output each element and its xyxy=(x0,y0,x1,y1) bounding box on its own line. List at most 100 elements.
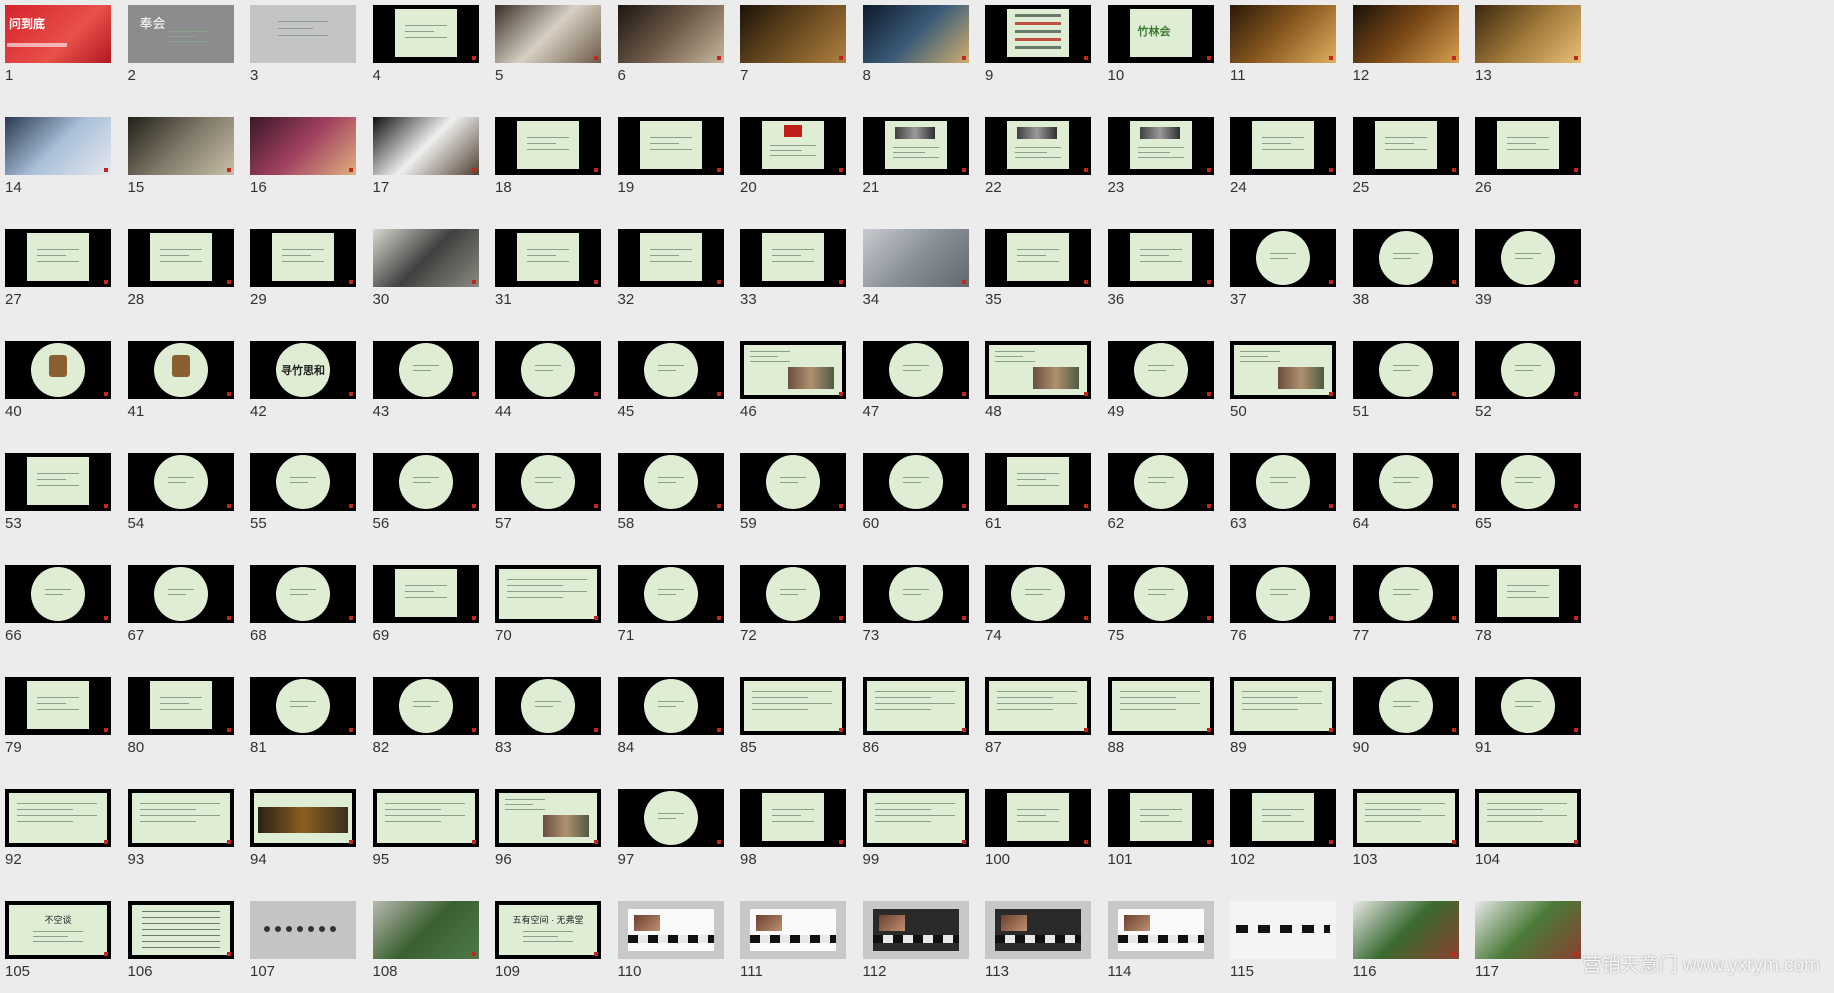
slide-thumbnail[interactable]: 60 xyxy=(862,453,969,545)
slide-thumbnail[interactable]: 26 xyxy=(1475,117,1581,209)
slide-thumbnail[interactable]: 93 xyxy=(127,789,234,881)
slide-thumbnail[interactable]: 51 xyxy=(1352,341,1459,433)
slide-thumbnail[interactable]: 87 xyxy=(985,677,1091,769)
slide-thumbnail[interactable]: 52 xyxy=(1475,341,1581,433)
slide-thumbnail[interactable]: 84 xyxy=(617,677,724,769)
slide-thumbnail[interactable]: 112 xyxy=(862,901,969,993)
slide-thumbnail[interactable]: 65 xyxy=(1475,453,1581,545)
slide-thumbnail[interactable]: 12 xyxy=(1352,5,1459,97)
slide-thumbnail[interactable]: 100 xyxy=(985,789,1091,881)
slide-thumbnail[interactable]: 104 xyxy=(1475,789,1581,881)
slide-thumbnail[interactable]: 28 xyxy=(127,229,234,321)
slide-thumbnail[interactable]: 71 xyxy=(617,565,724,657)
slide-thumbnail[interactable]: 36 xyxy=(1107,229,1214,321)
slide-thumbnail[interactable]: 111 xyxy=(740,901,846,993)
slide-thumbnail[interactable]: 17 xyxy=(372,117,479,209)
slide-thumbnail[interactable]: 19 xyxy=(617,117,724,209)
slide-thumbnail[interactable]: 66 xyxy=(5,565,111,657)
slide-thumbnail[interactable]: 114 xyxy=(1107,901,1214,993)
slide-thumbnail[interactable]: 16 xyxy=(250,117,356,209)
slide-thumbnail[interactable]: 问到底 1 xyxy=(5,5,111,97)
slide-thumbnail[interactable]: 92 xyxy=(5,789,111,881)
slide-thumbnail[interactable]: 44 xyxy=(495,341,601,433)
slide-thumbnail[interactable]: 113 xyxy=(985,901,1091,993)
slide-thumbnail[interactable]: 117 xyxy=(1475,901,1581,993)
slide-thumbnail[interactable]: 81 xyxy=(250,677,356,769)
slide-thumbnail[interactable]: 25 xyxy=(1352,117,1459,209)
slide-thumbnail[interactable]: 29 xyxy=(250,229,356,321)
slide-thumbnail[interactable]: 83 xyxy=(495,677,601,769)
slide-thumbnail[interactable]: 40 xyxy=(5,341,111,433)
slide-thumbnail[interactable]: 30 xyxy=(372,229,479,321)
slide-thumbnail[interactable]: 38 xyxy=(1352,229,1459,321)
slide-thumbnail[interactable]: 9 xyxy=(985,5,1091,97)
slide-thumbnail[interactable]: 74 xyxy=(985,565,1091,657)
slide-thumbnail[interactable]: 14 xyxy=(5,117,111,209)
slide-thumbnail[interactable]: 50 xyxy=(1230,341,1336,433)
slide-thumbnail[interactable]: 31 xyxy=(495,229,601,321)
slide-thumbnail[interactable]: 4 xyxy=(372,5,479,97)
slide-thumbnail[interactable]: 13 xyxy=(1475,5,1581,97)
slide-thumbnail[interactable]: 115 xyxy=(1230,901,1336,993)
slide-thumbnail[interactable]: 64 xyxy=(1352,453,1459,545)
slide-thumbnail[interactable]: 46 xyxy=(740,341,846,433)
slide-thumbnail[interactable]: 41 xyxy=(127,341,234,433)
slide-thumbnail[interactable]: 57 xyxy=(495,453,601,545)
slide-thumbnail[interactable]: 奉会 2 xyxy=(127,5,234,97)
slide-thumbnail[interactable]: 94 xyxy=(250,789,356,881)
slide-thumbnail[interactable]: 43 xyxy=(372,341,479,433)
slide-thumbnail[interactable]: 23 xyxy=(1107,117,1214,209)
slide-thumbnail[interactable]: 33 xyxy=(740,229,846,321)
slide-thumbnail[interactable]: 24 xyxy=(1230,117,1336,209)
slide-thumbnail[interactable]: 3 xyxy=(250,5,356,97)
slide-thumbnail[interactable]: 88 xyxy=(1107,677,1214,769)
slide-thumbnail[interactable]: 95 xyxy=(372,789,479,881)
slide-thumbnail[interactable]: 106 xyxy=(127,901,234,993)
slide-thumbnail[interactable]: 61 xyxy=(985,453,1091,545)
slide-thumbnail[interactable]: 21 xyxy=(862,117,969,209)
slide-thumbnail[interactable]: 62 xyxy=(1107,453,1214,545)
slide-thumbnail[interactable]: 49 xyxy=(1107,341,1214,433)
slide-thumbnail[interactable]: 107 xyxy=(250,901,356,993)
slide-thumbnail[interactable]: 63 xyxy=(1230,453,1336,545)
slide-thumbnail[interactable]: 90 xyxy=(1352,677,1459,769)
slide-thumbnail[interactable]: 寻竹思和 42 xyxy=(250,341,356,433)
slide-thumbnail[interactable]: 37 xyxy=(1230,229,1336,321)
slide-thumbnail[interactable]: 72 xyxy=(740,565,846,657)
slide-thumbnail[interactable]: 39 xyxy=(1475,229,1581,321)
slide-thumbnail[interactable]: 47 xyxy=(862,341,969,433)
slide-thumbnail[interactable]: 6 xyxy=(617,5,724,97)
slide-thumbnail[interactable]: 15 xyxy=(127,117,234,209)
slide-thumbnail[interactable]: 78 xyxy=(1475,565,1581,657)
slide-thumbnail[interactable]: 86 xyxy=(862,677,969,769)
slide-thumbnail[interactable]: 108 xyxy=(372,901,479,993)
slide-thumbnail[interactable]: 56 xyxy=(372,453,479,545)
slide-thumbnail[interactable]: 五有空间 · 无弗堂 109 xyxy=(495,901,601,993)
slide-thumbnail[interactable]: 96 xyxy=(495,789,601,881)
slide-thumbnail[interactable]: 32 xyxy=(617,229,724,321)
slide-thumbnail[interactable]: 27 xyxy=(5,229,111,321)
slide-thumbnail[interactable]: 69 xyxy=(372,565,479,657)
slide-thumbnail[interactable]: 53 xyxy=(5,453,111,545)
slide-thumbnail[interactable]: 59 xyxy=(740,453,846,545)
slide-thumbnail[interactable]: 68 xyxy=(250,565,356,657)
slide-thumbnail[interactable]: 73 xyxy=(862,565,969,657)
slide-thumbnail[interactable]: 101 xyxy=(1107,789,1214,881)
slide-thumbnail[interactable]: 20 xyxy=(740,117,846,209)
slide-thumbnail[interactable]: 102 xyxy=(1230,789,1336,881)
slide-thumbnail[interactable]: 55 xyxy=(250,453,356,545)
slide-thumbnail[interactable]: 110 xyxy=(617,901,724,993)
slide-thumbnail[interactable]: 75 xyxy=(1107,565,1214,657)
slide-thumbnail[interactable]: 82 xyxy=(372,677,479,769)
slide-thumbnail[interactable]: 58 xyxy=(617,453,724,545)
slide-thumbnail[interactable]: 85 xyxy=(740,677,846,769)
slide-thumbnail[interactable]: 97 xyxy=(617,789,724,881)
slide-thumbnail[interactable]: 18 xyxy=(495,117,601,209)
slide-thumbnail[interactable]: 89 xyxy=(1230,677,1336,769)
slide-thumbnail[interactable]: 5 xyxy=(495,5,601,97)
slide-thumbnail[interactable]: 11 xyxy=(1230,5,1336,97)
slide-thumbnail[interactable]: 103 xyxy=(1352,789,1459,881)
slide-thumbnail[interactable]: 45 xyxy=(617,341,724,433)
slide-thumbnail[interactable]: 48 xyxy=(985,341,1091,433)
slide-thumbnail[interactable]: 67 xyxy=(127,565,234,657)
